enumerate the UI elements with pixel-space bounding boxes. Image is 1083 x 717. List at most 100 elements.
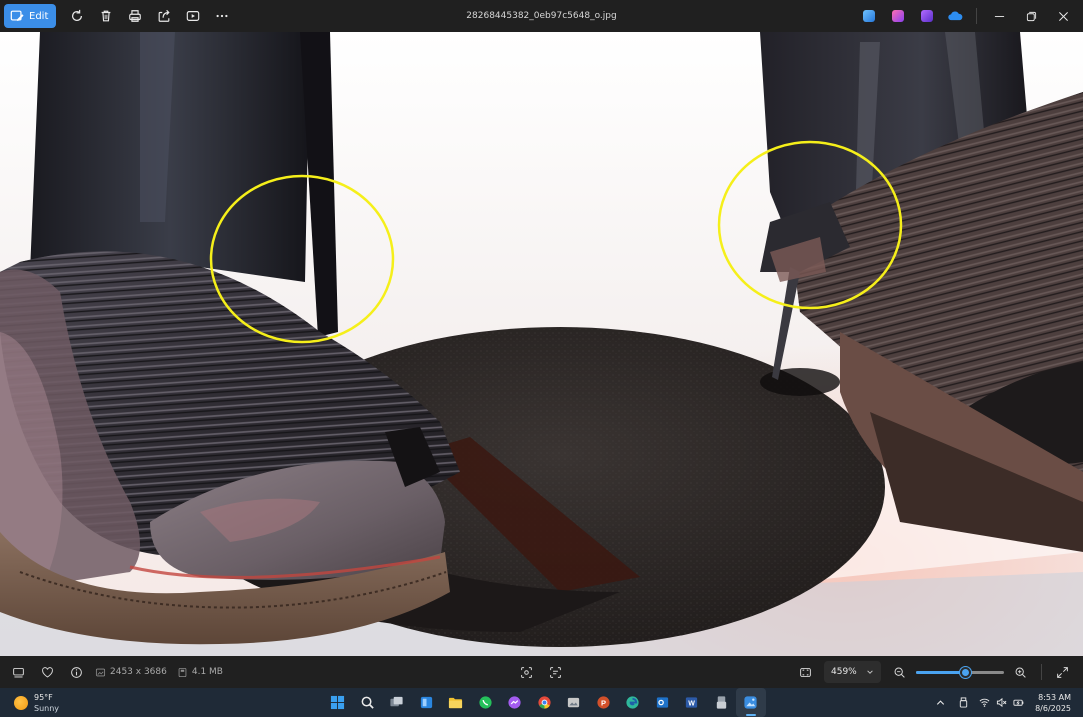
title-bar: Edit 28268445382_0eb97c5648_o.jpg — [0, 0, 1083, 32]
usb-device-button[interactable] — [707, 688, 737, 717]
zoom-slider[interactable] — [916, 662, 1004, 682]
photo-viewer-icon — [568, 697, 580, 708]
task-view-icon — [390, 696, 403, 707]
chrome-icon — [538, 696, 551, 709]
clock-date: 8/6/2025 — [1035, 703, 1071, 713]
slideshow-button[interactable] — [178, 0, 207, 32]
outlook-icon — [656, 697, 668, 708]
filmstrip-toggle-button[interactable] — [4, 656, 33, 688]
zoom-level-value: 459% — [831, 667, 857, 677]
weather-widget[interactable]: 95°F Sunny — [0, 692, 120, 714]
close-button[interactable] — [1047, 0, 1079, 32]
photos-app-button[interactable] — [854, 0, 883, 32]
toolbar-right — [854, 0, 1083, 32]
battery-button[interactable] — [1010, 688, 1027, 717]
zoom-level-dropdown[interactable]: 459% — [824, 661, 881, 683]
file-size: 4.1 MB — [191, 667, 223, 677]
task-view-button[interactable] — [382, 688, 412, 717]
designer-app-button[interactable] — [883, 0, 912, 32]
toolbar-left: Edit — [0, 0, 236, 32]
chrome-button[interactable] — [530, 688, 560, 717]
share-button[interactable] — [149, 0, 178, 32]
zoom-slider-fill — [916, 671, 966, 674]
outlook-button[interactable] — [648, 688, 678, 717]
weather-description: Sunny — [34, 703, 60, 713]
photos-app-icon — [862, 10, 875, 22]
status-divider — [1041, 664, 1042, 680]
clock-time: 8:53 AM — [1038, 692, 1071, 702]
messenger-icon — [508, 696, 521, 709]
fit-window-icon — [800, 667, 811, 677]
delete-button[interactable] — [91, 0, 120, 32]
more-options-button[interactable] — [207, 0, 236, 32]
messenger-button[interactable] — [500, 688, 530, 717]
whatsapp-button[interactable] — [471, 688, 501, 717]
clipchamp-app-button[interactable] — [912, 0, 941, 32]
status-zoom-controls: 459% — [791, 656, 1083, 688]
zoom-out-button[interactable] — [885, 656, 914, 688]
photos-app-window: Edit 28268445382_0eb97c5648_o.jpg 2453 x… — [0, 0, 1083, 717]
battery-charging-icon — [1013, 699, 1024, 706]
toolbar-divider — [976, 8, 977, 24]
edge-button[interactable] — [618, 688, 648, 717]
edit-button[interactable]: Edit — [4, 4, 57, 28]
photo-viewport[interactable] — [0, 32, 1083, 656]
status-center-tools — [512, 656, 570, 688]
powerpoint-button[interactable]: P — [589, 688, 619, 717]
zoom-slider-thumb[interactable] — [960, 667, 972, 678]
rotate-button[interactable] — [62, 0, 91, 32]
scan-text-icon — [550, 666, 561, 678]
photos-taskbar-button[interactable] — [736, 688, 766, 717]
word-button[interactable]: W — [677, 688, 707, 717]
onedrive-app-button[interactable] — [941, 0, 970, 32]
zoom-in-button[interactable] — [1006, 656, 1035, 688]
share-icon — [158, 9, 170, 22]
designer-app-icon — [891, 10, 904, 22]
favorite-button[interactable] — [33, 656, 62, 688]
close-icon — [1058, 11, 1068, 21]
image-size-icon — [95, 668, 106, 676]
whatsapp-icon — [479, 696, 492, 709]
sun-icon — [14, 695, 28, 710]
clipchamp-app-icon — [920, 10, 933, 22]
taskbar-search-button[interactable] — [353, 688, 383, 717]
restore-button[interactable] — [1015, 0, 1047, 32]
windows-taskbar: 95°F Sunny P W 8:53 AM 8/6/2025 — [0, 688, 1083, 717]
start-button[interactable] — [323, 688, 353, 717]
print-button[interactable] — [120, 0, 149, 32]
scan-text-button[interactable] — [541, 656, 570, 688]
slideshow-icon — [186, 11, 200, 21]
fit-to-window-button[interactable] — [791, 656, 820, 688]
photo-viewer-button[interactable] — [559, 688, 589, 717]
image-dimensions: 2453 x 3686 — [110, 667, 167, 677]
zoom-out-icon — [894, 667, 905, 678]
restore-icon — [1026, 11, 1036, 21]
visual-search-button[interactable] — [512, 656, 541, 688]
search-icon — [361, 696, 374, 709]
usb-tray-button[interactable] — [955, 688, 972, 717]
chevron-down-icon — [867, 670, 873, 674]
usb-drive-icon — [959, 697, 968, 708]
widgets-button[interactable] — [412, 688, 442, 717]
delete-icon — [101, 10, 111, 22]
heart-icon — [42, 666, 53, 678]
visual-search-icon — [521, 666, 532, 678]
info-icon — [71, 666, 82, 678]
chevron-up-icon — [936, 700, 945, 705]
show-hidden-icons-button[interactable] — [932, 688, 949, 717]
full-screen-button[interactable] — [1048, 656, 1077, 688]
zoomed-photo — [0, 32, 1083, 656]
powerpoint-icon: P — [597, 696, 610, 709]
taskbar-clock[interactable]: 8:53 AM 8/6/2025 — [1027, 692, 1083, 714]
folder-icon — [449, 697, 463, 709]
volume-button[interactable] — [993, 688, 1010, 717]
file-explorer-button[interactable] — [441, 688, 471, 717]
status-bar: 2453 x 3686 4.1 MB 459% — [0, 656, 1083, 688]
network-button[interactable] — [976, 688, 993, 717]
minimize-button[interactable] — [983, 0, 1015, 32]
edge-icon — [626, 696, 639, 709]
file-info-button[interactable] — [62, 656, 91, 688]
wifi-icon — [979, 698, 990, 707]
weather-text: 95°F Sunny — [34, 692, 59, 714]
weather-temperature: 95°F — [34, 692, 53, 702]
